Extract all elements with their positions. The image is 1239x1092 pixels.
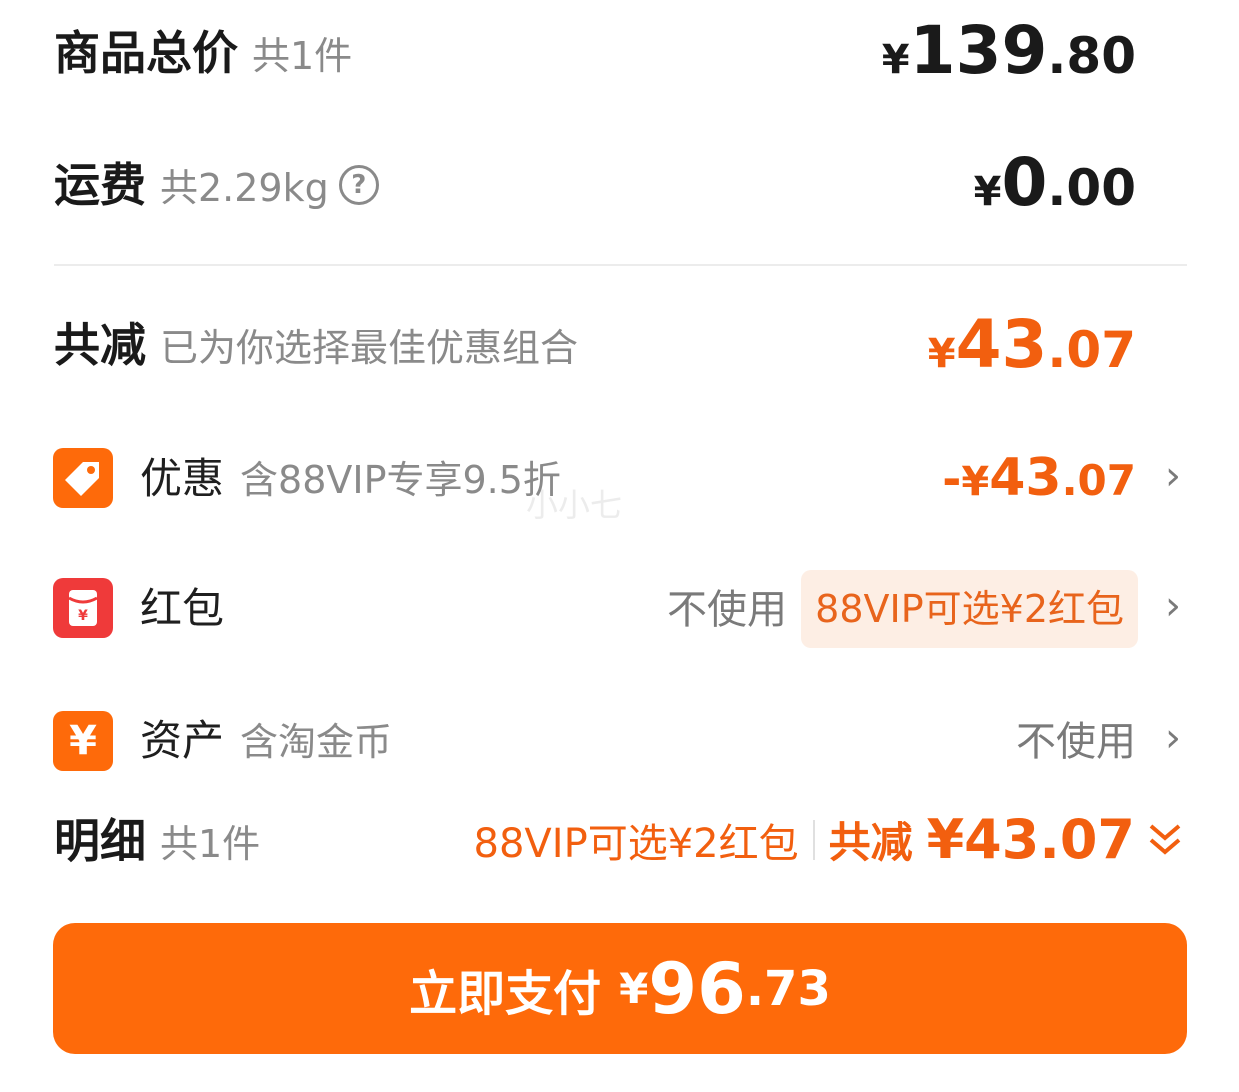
chevron-right-icon: ›	[1165, 453, 1181, 499]
reduction-price: ¥43.07	[928, 312, 1136, 378]
price-integer: 139	[909, 12, 1048, 89]
pay-button-integer: 96	[648, 947, 746, 1030]
yuan-glyph: ¥	[69, 718, 97, 764]
currency-symbol: ¥	[927, 331, 956, 377]
shipping-label: 运费	[54, 158, 146, 212]
pay-button-label: 立即支付	[409, 965, 602, 1022]
pay-button-decimal: .73	[745, 960, 831, 1017]
red-packet-row[interactable]: ¥ 红包 不使用 88VIP可选¥2红包 ›	[0, 570, 1239, 650]
detail-count: 共1件	[160, 822, 261, 866]
assets-title: 资产	[140, 716, 225, 765]
assets-status[interactable]: 不使用	[1016, 722, 1136, 762]
red-packet-offer-pill[interactable]: 88VIP可选¥2红包	[801, 570, 1138, 648]
shipping-title: 运费 共2.29kg?	[54, 162, 379, 209]
price-decimal: .07	[1047, 321, 1136, 379]
price-integer: 0	[1001, 144, 1048, 221]
assets-detail: 含淘金币	[240, 720, 393, 764]
svg-text:¥: ¥	[78, 608, 88, 624]
detail-promo: 88VIP可选¥2红包	[473, 820, 799, 867]
price-decimal: .00	[1047, 159, 1136, 217]
detail-separator	[812, 819, 815, 860]
currency-symbol: ¥	[961, 459, 990, 505]
chevron-right-icon: ›	[1165, 583, 1181, 629]
detail-label: 明细	[54, 814, 146, 868]
goods-total-label: 商品总价	[54, 26, 238, 80]
pay-now-button[interactable]: 立即支付 ¥96.73	[53, 923, 1187, 1054]
watermark: 小小七	[526, 486, 623, 524]
price-integer: 43	[955, 306, 1048, 383]
assets-label: 资产 含淘金币	[140, 720, 392, 762]
currency-symbol: ¥	[881, 37, 910, 83]
discount-label: 优惠 含88VIP专享9.5折	[140, 458, 561, 500]
detail-title: 明细 共1件	[54, 818, 260, 864]
reduction-title: 共减 已为你选择最佳优惠组合	[54, 322, 578, 368]
detail-total-label: 共减	[828, 818, 913, 867]
goods-total-title: 商品总价 共1件	[54, 30, 352, 76]
help-icon[interactable]: ?	[338, 164, 379, 205]
detail-total-value: ¥43.07	[926, 808, 1135, 871]
chevron-double-down-icon[interactable]	[1145, 818, 1185, 862]
chevron-right-icon: ›	[1165, 715, 1181, 761]
detail-summary[interactable]: 88VIP可选¥2红包 共减 ¥43.07	[474, 808, 1185, 871]
assets-row[interactable]: ¥ 资产 含淘金币 不使用 ›	[0, 702, 1239, 782]
tag-icon	[53, 448, 113, 508]
discount-title: 优惠	[140, 454, 225, 503]
currency-symbol: ¥	[973, 169, 1002, 215]
price-integer: 43	[989, 448, 1062, 508]
minus-sign: -	[942, 452, 962, 506]
red-packet-status[interactable]: 不使用	[667, 590, 787, 630]
goods-total-count: 共1件	[252, 34, 353, 78]
red-packet-label: 红包	[140, 584, 225, 633]
price-decimal: .07	[1061, 456, 1136, 505]
divider	[54, 264, 1187, 266]
yuan-icon: ¥	[53, 711, 113, 771]
pay-button-currency: ¥	[619, 964, 649, 1013]
shipping-weight: 共2.29kg	[160, 166, 329, 210]
reduction-label: 共减	[54, 318, 146, 372]
discount-detail: 含88VIP专享9.5折	[240, 458, 561, 502]
discount-amount: -¥43.07	[942, 452, 1136, 504]
shipping-price: ¥0.00	[974, 150, 1136, 216]
goods-total-price: ¥139.80	[882, 18, 1136, 84]
red-packet-icon: ¥	[53, 578, 113, 638]
reduction-hint: 已为你选择最佳优惠组合	[160, 326, 579, 370]
price-decimal: .80	[1047, 27, 1136, 85]
